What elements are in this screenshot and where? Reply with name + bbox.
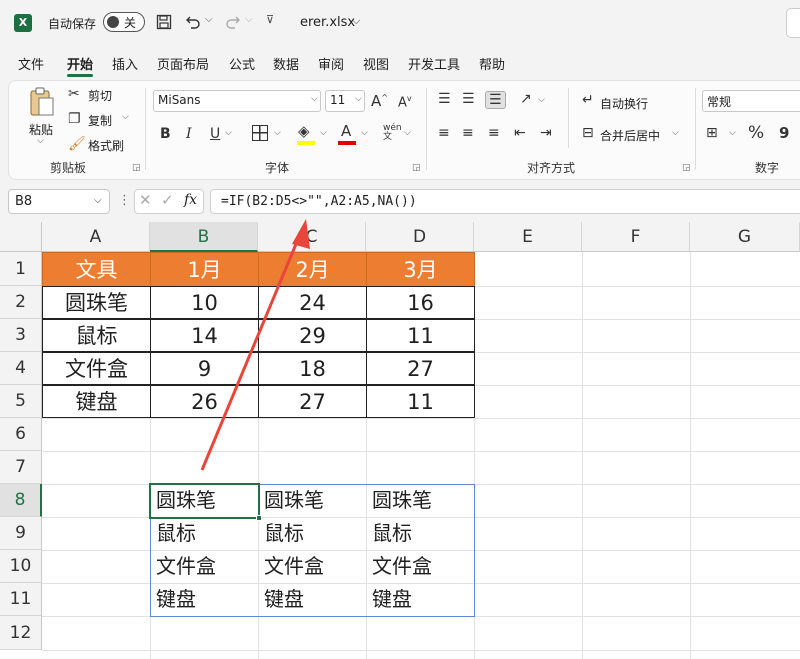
annotation-arrow (200, 219, 310, 471)
